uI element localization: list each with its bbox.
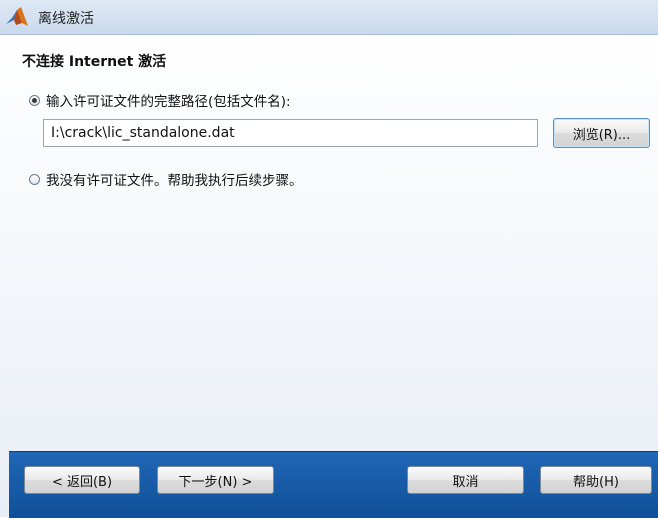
radio-enter-path-label[interactable]: 输入许可证文件的完整路径(包括文件名): [46,90,291,110]
window-title: 离线激活 [38,11,94,27]
next-button[interactable]: 下一步(N) > [157,466,274,494]
help-button[interactable]: 帮助(H) [540,466,652,494]
license-path-input[interactable] [43,119,538,147]
radio-no-license[interactable] [29,174,40,185]
page-title: 不连接 Internet 激活 [22,54,167,70]
radio-no-license-label[interactable]: 我没有许可证文件。帮助我执行后续步骤。 [46,169,303,189]
browse-button[interactable]: 浏览(R)... [553,118,650,148]
title-bar: 离线激活 [0,0,658,35]
radio-enter-path[interactable] [29,95,40,106]
cancel-button[interactable]: 取消 [407,466,524,494]
back-button[interactable]: < 返回(B) [24,466,140,494]
matlab-logo-icon [6,7,28,26]
